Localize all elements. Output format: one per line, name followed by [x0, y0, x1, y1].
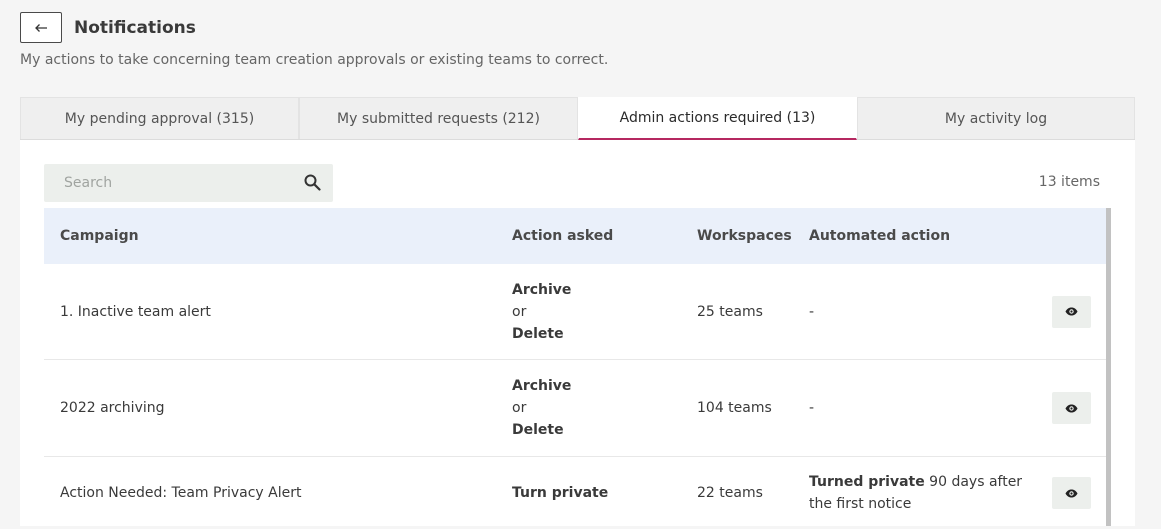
- action-asked: Turn private: [512, 485, 609, 501]
- tab-admin-actions[interactable]: Admin actions required (13): [578, 97, 857, 140]
- automated-action-highlight: Turned private: [809, 474, 925, 490]
- action-separator: or: [512, 303, 527, 320]
- action-option: Delete: [512, 325, 564, 342]
- view-button[interactable]: [1052, 295, 1091, 328]
- workspaces-count: 22 teams: [697, 485, 763, 501]
- automated-action: Turned private 90 days after the first n…: [809, 471, 1022, 515]
- eye-icon: [1065, 489, 1078, 497]
- eye-icon: [1065, 307, 1078, 316]
- admin-actions-table: Campaign Action asked Workspaces Automat…: [44, 208, 1107, 529]
- tab-pending-approval[interactable]: My pending approval (315): [20, 97, 299, 139]
- search-box: [44, 164, 333, 202]
- view-button[interactable]: [1052, 477, 1091, 509]
- items-count: 13 items: [1038, 174, 1100, 190]
- action-option: Archive: [512, 378, 572, 394]
- column-header-campaign: Campaign: [60, 228, 139, 244]
- action-asked: Archive or Delete: [512, 375, 571, 441]
- table-row: Action Needed: Team Privacy Alert Turn p…: [44, 457, 1107, 529]
- table-header: Campaign Action asked Workspaces Automat…: [44, 208, 1107, 264]
- page-subtitle: My actions to take concerning team creat…: [20, 52, 609, 68]
- column-header-automated-action: Automated action: [809, 228, 951, 244]
- column-header-workspaces: Workspaces: [697, 228, 792, 244]
- column-header-action-asked: Action asked: [512, 228, 614, 244]
- table-scrollbar[interactable]: [1106, 208, 1111, 526]
- page-title: Notifications: [74, 17, 196, 38]
- eye-icon: [1065, 404, 1078, 412]
- workspaces-count: 104 teams: [697, 400, 772, 416]
- content-panel: 13 items Campaign Action asked Workspace…: [20, 140, 1135, 526]
- search-icon[interactable]: [304, 174, 321, 191]
- workspaces-count: 25 teams: [697, 303, 763, 320]
- automated-action: -: [809, 303, 815, 320]
- view-button[interactable]: [1052, 392, 1091, 424]
- automated-action: -: [809, 400, 815, 416]
- campaign-name: Action Needed: Team Privacy Alert: [60, 485, 302, 501]
- campaign-name: 2022 archiving: [60, 400, 165, 416]
- campaign-name: 1. Inactive team alert: [60, 303, 211, 320]
- tab-submitted-requests[interactable]: My submitted requests (212): [299, 97, 578, 139]
- search-input[interactable]: [44, 164, 294, 202]
- table-row: 1. Inactive team alert Archive or Delete…: [44, 264, 1107, 360]
- action-option: Delete: [512, 422, 564, 438]
- back-button[interactable]: [20, 12, 62, 43]
- action-separator: or: [512, 400, 527, 416]
- automated-action-text: 90 days after: [924, 474, 1023, 490]
- tab-bar: My pending approval (315) My submitted r…: [20, 97, 1135, 140]
- page-header: Notifications: [20, 12, 196, 43]
- table-row: 2022 archiving Archive or Delete 104 tea…: [44, 360, 1107, 457]
- arrow-left-icon: [35, 23, 47, 32]
- automated-action-text: the first notice: [809, 496, 912, 512]
- action-asked: Archive or Delete: [512, 279, 571, 345]
- action-option: Archive: [512, 281, 572, 298]
- tab-activity-log[interactable]: My activity log: [857, 97, 1135, 139]
